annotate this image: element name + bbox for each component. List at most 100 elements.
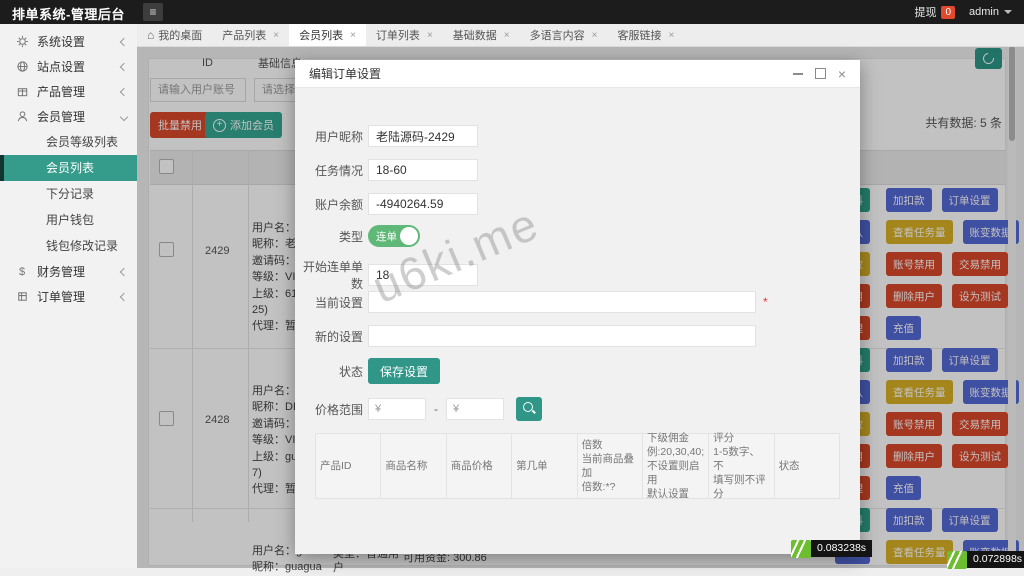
modal-title: 编辑订单设置 (309, 67, 382, 81)
price-search-button[interactable] (516, 397, 542, 421)
sidebar-item-label: 会员管理 (37, 110, 86, 124)
close-icon[interactable]: × (668, 30, 674, 41)
chevron-left-icon (119, 267, 129, 276)
tab-订单列表[interactable]: 订单列表 × (366, 24, 443, 46)
tab-label: 客服链接 (617, 30, 662, 42)
chevron-left-icon (119, 292, 129, 301)
field-nickname: 用户昵称 (295, 125, 478, 147)
tab-客服链接[interactable]: 客服链接 × (607, 24, 684, 46)
tab-label: 多语言内容 (529, 30, 585, 42)
field-price-range: 价格范围 ¥ - ¥ (295, 397, 542, 421)
tab-bar: ⌂ 我的桌面 产品列表 × 会员列表 × 订单列表 × 基础数据 × 多语言内容 × 客服链接 × (137, 24, 1024, 47)
field-task: 任务情况 (295, 159, 478, 181)
product-column-第几单: 第几单 (512, 434, 578, 498)
product-column-评分: 评分 1-5数字、不 填写则不评分 (709, 432, 775, 500)
tab-label: 产品列表 (222, 30, 267, 42)
save-settings-button[interactable]: 保存设置 (368, 358, 441, 384)
balance-input[interactable] (368, 193, 478, 215)
sidebar-item-会员管理[interactable]: 会员管理 (0, 104, 137, 129)
home-icon: ⌂ (147, 28, 155, 42)
close-icon[interactable]: × (838, 67, 846, 81)
product-column-商品价格: 商品价格 (447, 434, 513, 498)
tab-基础数据[interactable]: 基础数据 × (443, 24, 520, 46)
sidebar-item-系统设置[interactable]: 系统设置 (0, 29, 137, 54)
tab-label: 会员列表 (299, 30, 344, 42)
product-icon (14, 85, 30, 98)
product-column-下级佣金: 下级佣金 例:20,30,40; 不设置则启用 默认设置 (643, 432, 710, 500)
product-table-header: 产品ID 商品名称 商品价格 第几单 倍数 当前商品叠加 倍数:*? 下级佣金 例:20,30,… (315, 432, 840, 500)
toggle-knob (400, 227, 418, 245)
withdraw-count-badge: 0 (941, 5, 956, 19)
field-new-setting: 新的设置 (295, 325, 756, 347)
sidebar-item-站点设置[interactable]: 站点设置 (0, 54, 137, 79)
sidebar: 系统设置站点设置产品管理会员管理会员等级列表 会员列表 下分记录 用户钱包 钱包修改记录… (0, 24, 137, 568)
app-title: 排单系统-管理后台 (12, 7, 125, 22)
debug-time-badge: 0.072898s (947, 551, 1024, 569)
chevron-left-icon (119, 87, 129, 96)
field-type: 类型 连单 (295, 225, 420, 247)
chevron-down-icon (119, 112, 129, 121)
user-icon (14, 110, 30, 123)
current-setting-input[interactable] (368, 291, 756, 313)
field-current-setting: 当前设置 * (295, 291, 768, 313)
withdraw-link[interactable]: 提现 0 (914, 4, 956, 20)
chevron-left-icon (119, 37, 129, 46)
user-menu[interactable]: admin (969, 6, 1012, 18)
finance-icon: $ (18, 265, 26, 278)
sidebar-item-label: 产品管理 (37, 85, 86, 99)
sidebar-item-钱包修改记录[interactable]: 钱包修改记录 (0, 233, 137, 259)
close-icon[interactable]: × (350, 30, 356, 41)
search-icon (523, 402, 533, 412)
product-column-倍数: 倍数 当前商品叠加 倍数:*? (578, 434, 643, 498)
thinkphp-icon (947, 551, 967, 569)
required-asterisk: * (763, 295, 768, 309)
caret-down-icon (1004, 10, 1012, 14)
chevron-left-icon (119, 62, 129, 71)
close-icon[interactable]: × (427, 30, 433, 41)
tab-我的桌面[interactable]: ⌂ 我的桌面 (137, 24, 212, 46)
tab-会员列表[interactable]: 会员列表 × (289, 24, 366, 46)
sidebar-item-会员等级列表[interactable]: 会员等级列表 (0, 129, 137, 155)
field-balance: 账户余额 (295, 193, 478, 215)
modal-titlebar: 编辑订单设置 × (295, 60, 860, 88)
product-column-状态: 状态 (778, 460, 800, 472)
thinkphp-icon (791, 540, 811, 558)
price-min-input[interactable]: ¥ (368, 398, 426, 420)
task-input[interactable] (368, 159, 478, 181)
tab-label: 订单列表 (375, 30, 420, 42)
close-icon[interactable]: × (592, 30, 598, 41)
sidebar-item-label: 订单管理 (37, 290, 86, 304)
sidebar-item-财务管理[interactable]: $ 财务管理 (0, 259, 137, 284)
new-setting-input[interactable] (368, 325, 756, 347)
nickname-input[interactable] (368, 125, 478, 147)
tab-label: 基础数据 (452, 30, 497, 42)
tab-多语言内容[interactable]: 多语言内容 × (520, 24, 608, 46)
close-icon[interactable]: × (504, 30, 510, 41)
menu-icon[interactable]: ≡ (143, 3, 163, 21)
type-toggle[interactable]: 连单 (368, 225, 420, 247)
edit-order-settings-modal: 编辑订单设置 × 用户昵称 任务情况 账户余额 类型 连单 开始连单单数 当前设… (295, 60, 860, 554)
username: admin (969, 6, 999, 18)
sidebar-item-label: 系统设置 (37, 35, 86, 49)
sidebar-item-用户钱包[interactable]: 用户钱包 (0, 207, 137, 233)
order-icon (14, 290, 30, 303)
top-bar: 排单系统-管理后台 ≡ 提现 0 admin (0, 0, 1024, 24)
maximize-icon[interactable] (814, 68, 826, 79)
sidebar-item-下分记录[interactable]: 下分记录 (0, 181, 137, 207)
gear-icon (14, 35, 30, 48)
tab-label: 我的桌面 (158, 30, 203, 42)
price-max-input[interactable]: ¥ (446, 398, 504, 420)
sidebar-item-产品管理[interactable]: 产品管理 (0, 79, 137, 104)
sidebar-item-会员列表[interactable]: 会员列表 (0, 155, 137, 181)
tab-产品列表[interactable]: 产品列表 × (212, 24, 289, 46)
minimize-icon[interactable] (792, 72, 803, 75)
field-start-count: 开始连单单数 (295, 258, 478, 292)
start-count-input[interactable] (368, 264, 478, 286)
withdraw-label: 提现 (914, 7, 937, 19)
product-column-商品名称: 商品名称 (381, 434, 447, 498)
sidebar-item-订单管理[interactable]: 订单管理 (0, 284, 137, 309)
close-icon[interactable]: × (273, 30, 279, 41)
site-icon (14, 60, 30, 73)
sidebar-item-label: 财务管理 (37, 265, 86, 279)
sidebar-item-label: 站点设置 (37, 60, 86, 74)
